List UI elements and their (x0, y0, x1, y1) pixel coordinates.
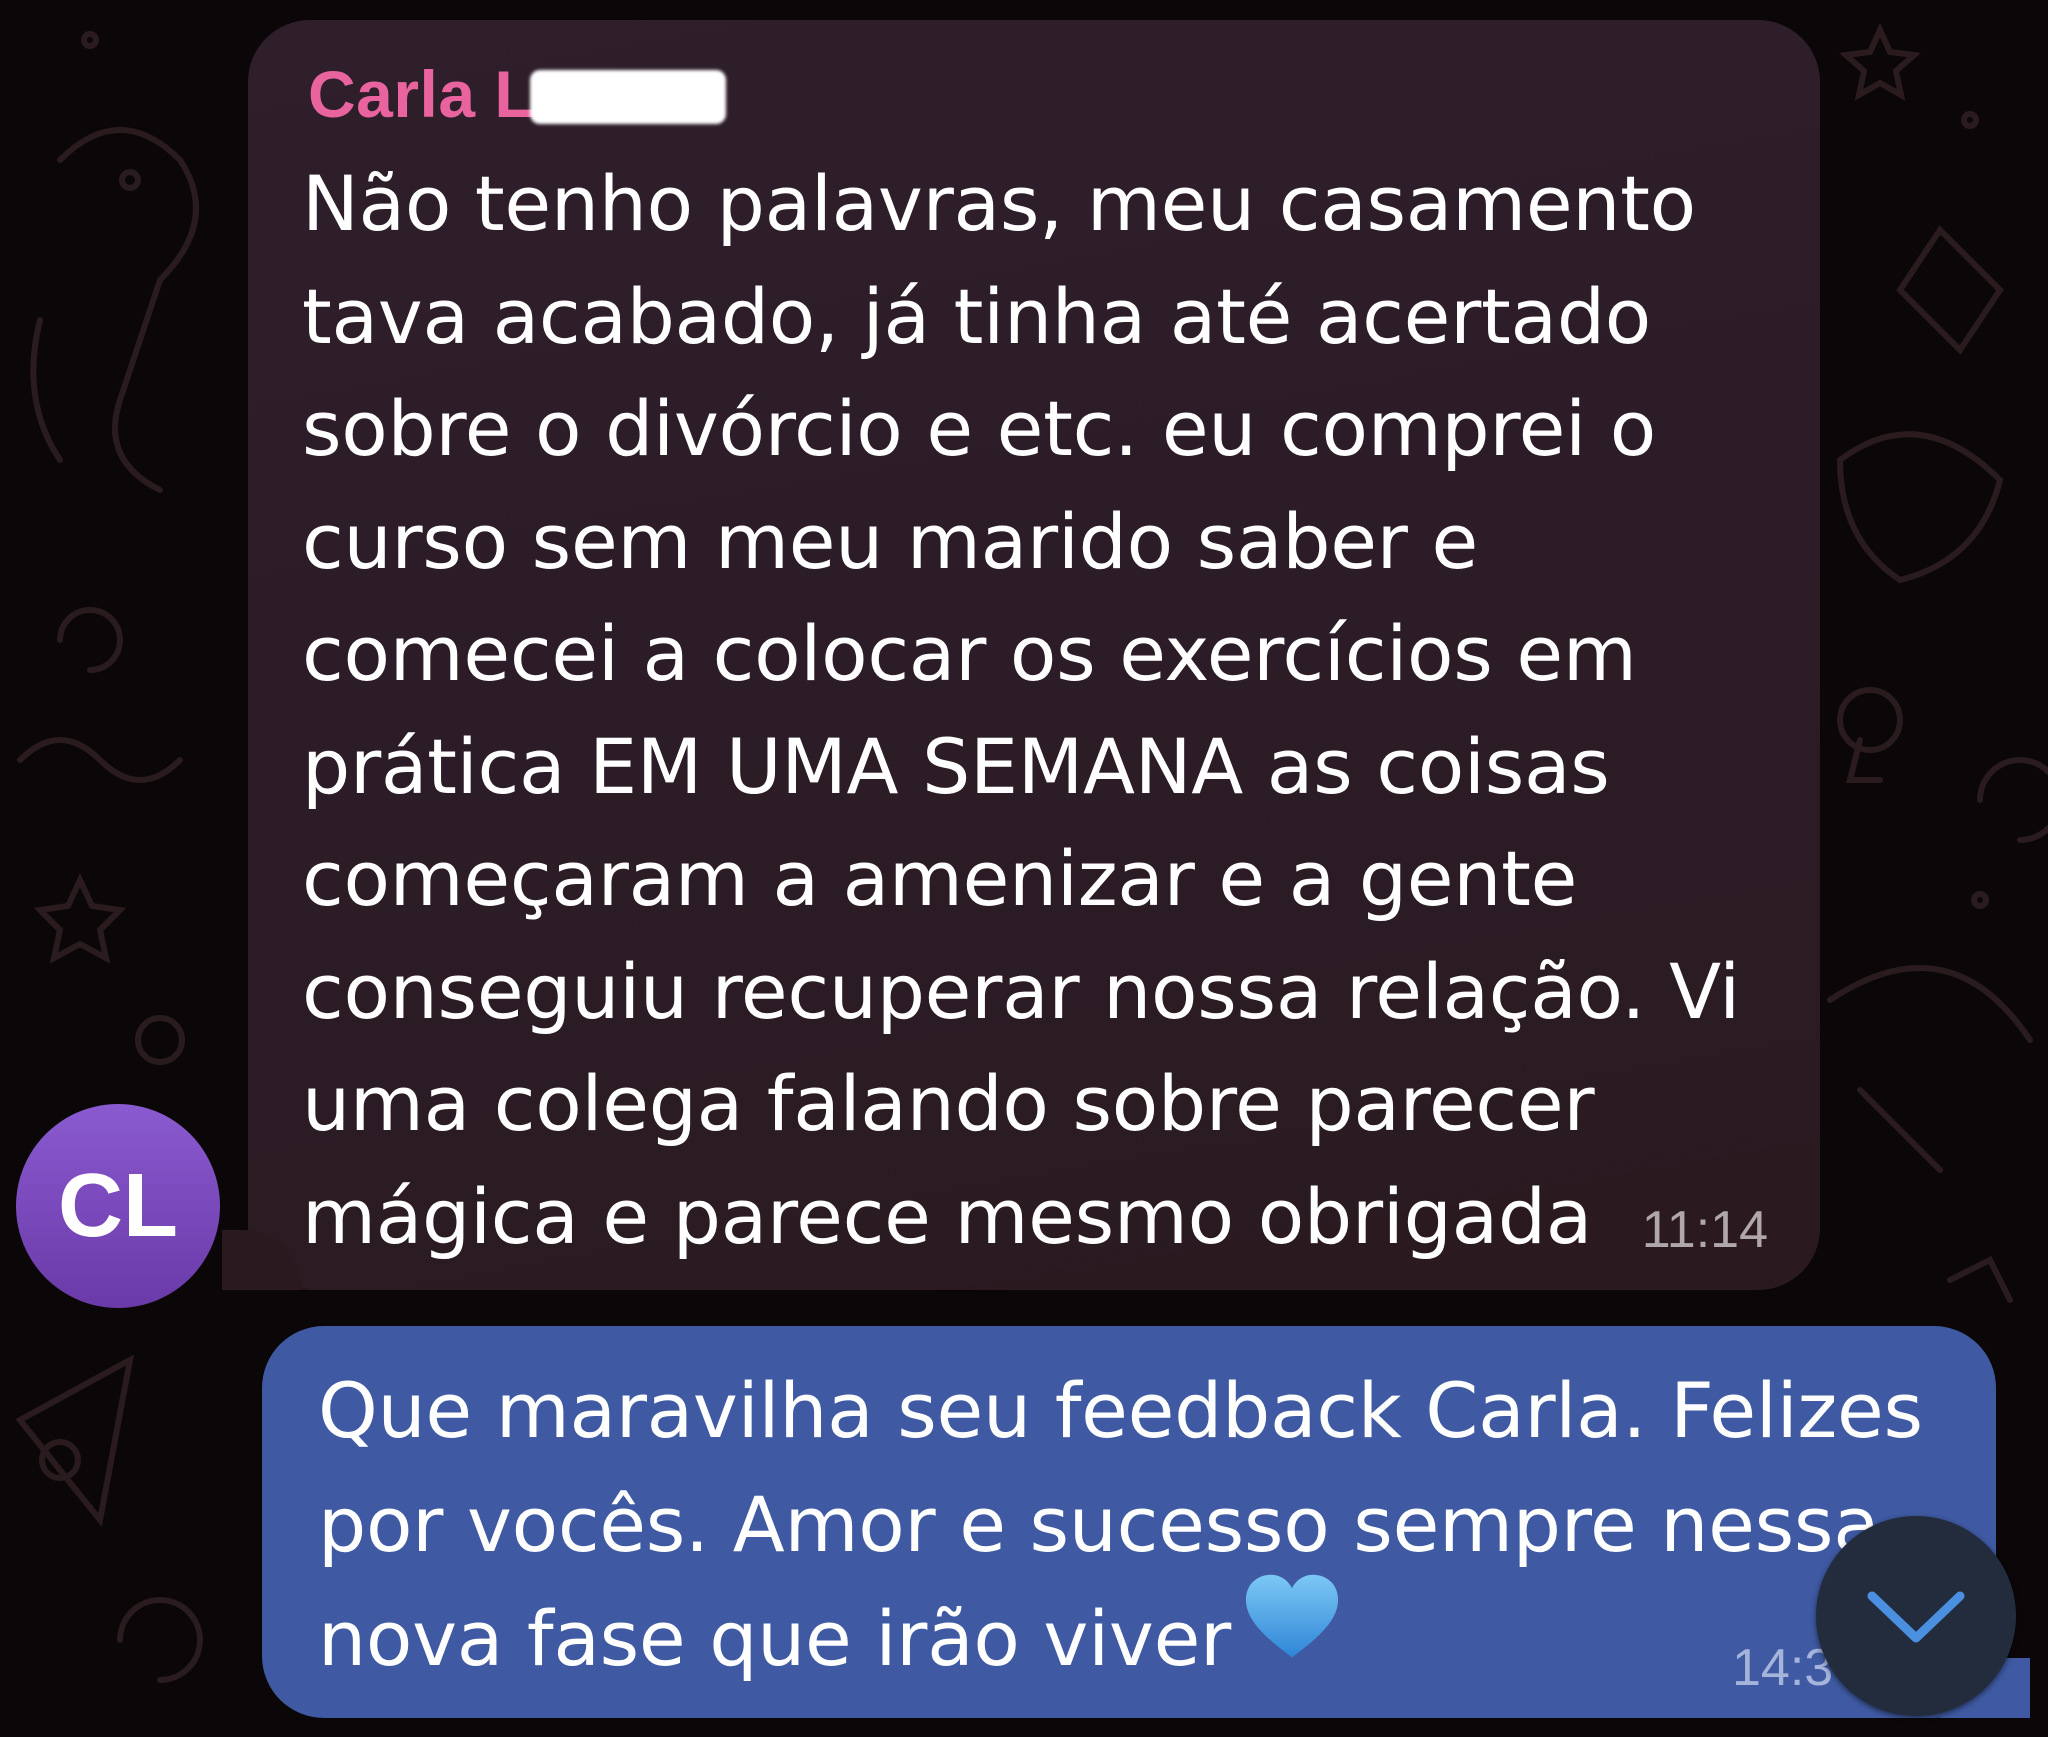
message-text: Não tenho palavras, meu casamento tava a… (302, 159, 1740, 1261)
message-timestamp: 11:14 (1641, 1201, 1768, 1259)
bubble-tail (222, 1230, 302, 1290)
reply-timestamp: 14:3 (1732, 1639, 1834, 1697)
avatar-initials: CL (58, 1155, 178, 1256)
incoming-message-bubble[interactable]: Carla L s Não tenho palavras, meu casame… (222, 20, 1820, 1290)
redaction-block (530, 70, 726, 124)
avatar[interactable]: CL (16, 1104, 220, 1308)
scroll-to-bottom-button[interactable] (1816, 1516, 2016, 1716)
chevron-down-icon (1867, 1591, 1965, 1643)
reply-text: Que maravilha seu feedback Carla. Felize… (318, 1366, 1923, 1683)
blue-heart-icon (1245, 1574, 1339, 1658)
outgoing-message-bubble[interactable]: Que maravilha seu feedback Carla. Felize… (262, 1326, 2030, 1718)
